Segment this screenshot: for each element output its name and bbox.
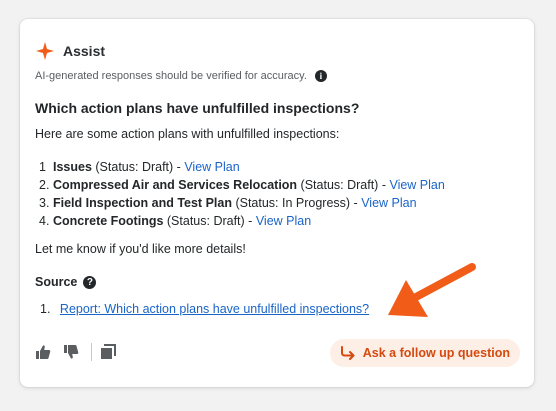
- response-closing: Let me know if you'd like more details!: [35, 242, 246, 256]
- view-plan-link[interactable]: View Plan: [361, 196, 416, 210]
- orange-arrow-icon: [388, 263, 476, 317]
- view-plan-link[interactable]: View Plan: [256, 214, 311, 228]
- copy-icon[interactable]: [100, 344, 116, 360]
- list-number: 1: [39, 160, 46, 174]
- list-item: 1 Issues (Status: Draft) - View Plan: [39, 158, 445, 176]
- reply-arrow-icon: [340, 346, 355, 360]
- follow-up-label: Ask a follow up question: [362, 346, 510, 360]
- list-number: 2.: [39, 178, 50, 192]
- user-question: Which action plans have unfulfilled insp…: [35, 100, 360, 116]
- source-report-link[interactable]: Report: Which action plans have unfulfil…: [60, 302, 369, 316]
- plan-status: (Status: Draft) -: [163, 214, 256, 228]
- info-icon[interactable]: i: [314, 70, 327, 82]
- plan-name: Compressed Air and Services Relocation: [53, 178, 298, 192]
- source-item: 1. Report: Which action plans have unful…: [40, 302, 369, 316]
- view-plan-link[interactable]: View Plan: [184, 160, 239, 174]
- plan-name: Issues: [53, 160, 92, 174]
- action-plan-list: 1 Issues (Status: Draft) - View Plan 2. Co…: [39, 158, 445, 230]
- thumbs-down-icon[interactable]: [63, 344, 79, 360]
- plan-status: (Status: In Progress) -: [231, 196, 362, 210]
- thumbs-up-icon[interactable]: [35, 344, 51, 360]
- assist-sparkle-icon: [35, 41, 55, 61]
- list-number: 3.: [39, 196, 50, 210]
- plan-status: (Status: Draft) -: [297, 178, 390, 192]
- source-heading: Source ?: [35, 275, 97, 289]
- plan-status: (Status: Draft) -: [91, 160, 185, 174]
- response-intro: Here are some action plans with unfulfil…: [35, 127, 340, 141]
- list-item: 3. Field Inspection and Test Plan (Status…: [39, 194, 445, 212]
- actions-divider: [91, 343, 92, 361]
- list-item: 4. Concrete Footings (Status: Draft) - Vi…: [39, 212, 445, 230]
- source-label: Source: [35, 275, 78, 289]
- list-item: 2. Compressed Air and Services Relocation…: [39, 176, 445, 194]
- disclaimer-text: AI-generated responses should be verifie…: [35, 70, 307, 82]
- assist-title: Assist: [63, 43, 106, 59]
- source-number: 1.: [40, 302, 51, 316]
- ai-disclaimer: AI-generated responses should be verifie…: [35, 70, 327, 82]
- view-plan-link[interactable]: View Plan: [389, 178, 444, 192]
- plan-name: Field Inspection and Test Plan: [53, 196, 232, 210]
- plan-name: Concrete Footings: [53, 214, 164, 228]
- help-icon[interactable]: ?: [83, 275, 97, 289]
- assist-panel: Assist AI-generated responses should be …: [20, 19, 534, 387]
- list-number: 4.: [39, 214, 50, 228]
- assist-header: Assist: [35, 41, 105, 61]
- feedback-actions: [35, 343, 128, 361]
- ask-follow-up-button[interactable]: Ask a follow up question: [329, 339, 520, 367]
